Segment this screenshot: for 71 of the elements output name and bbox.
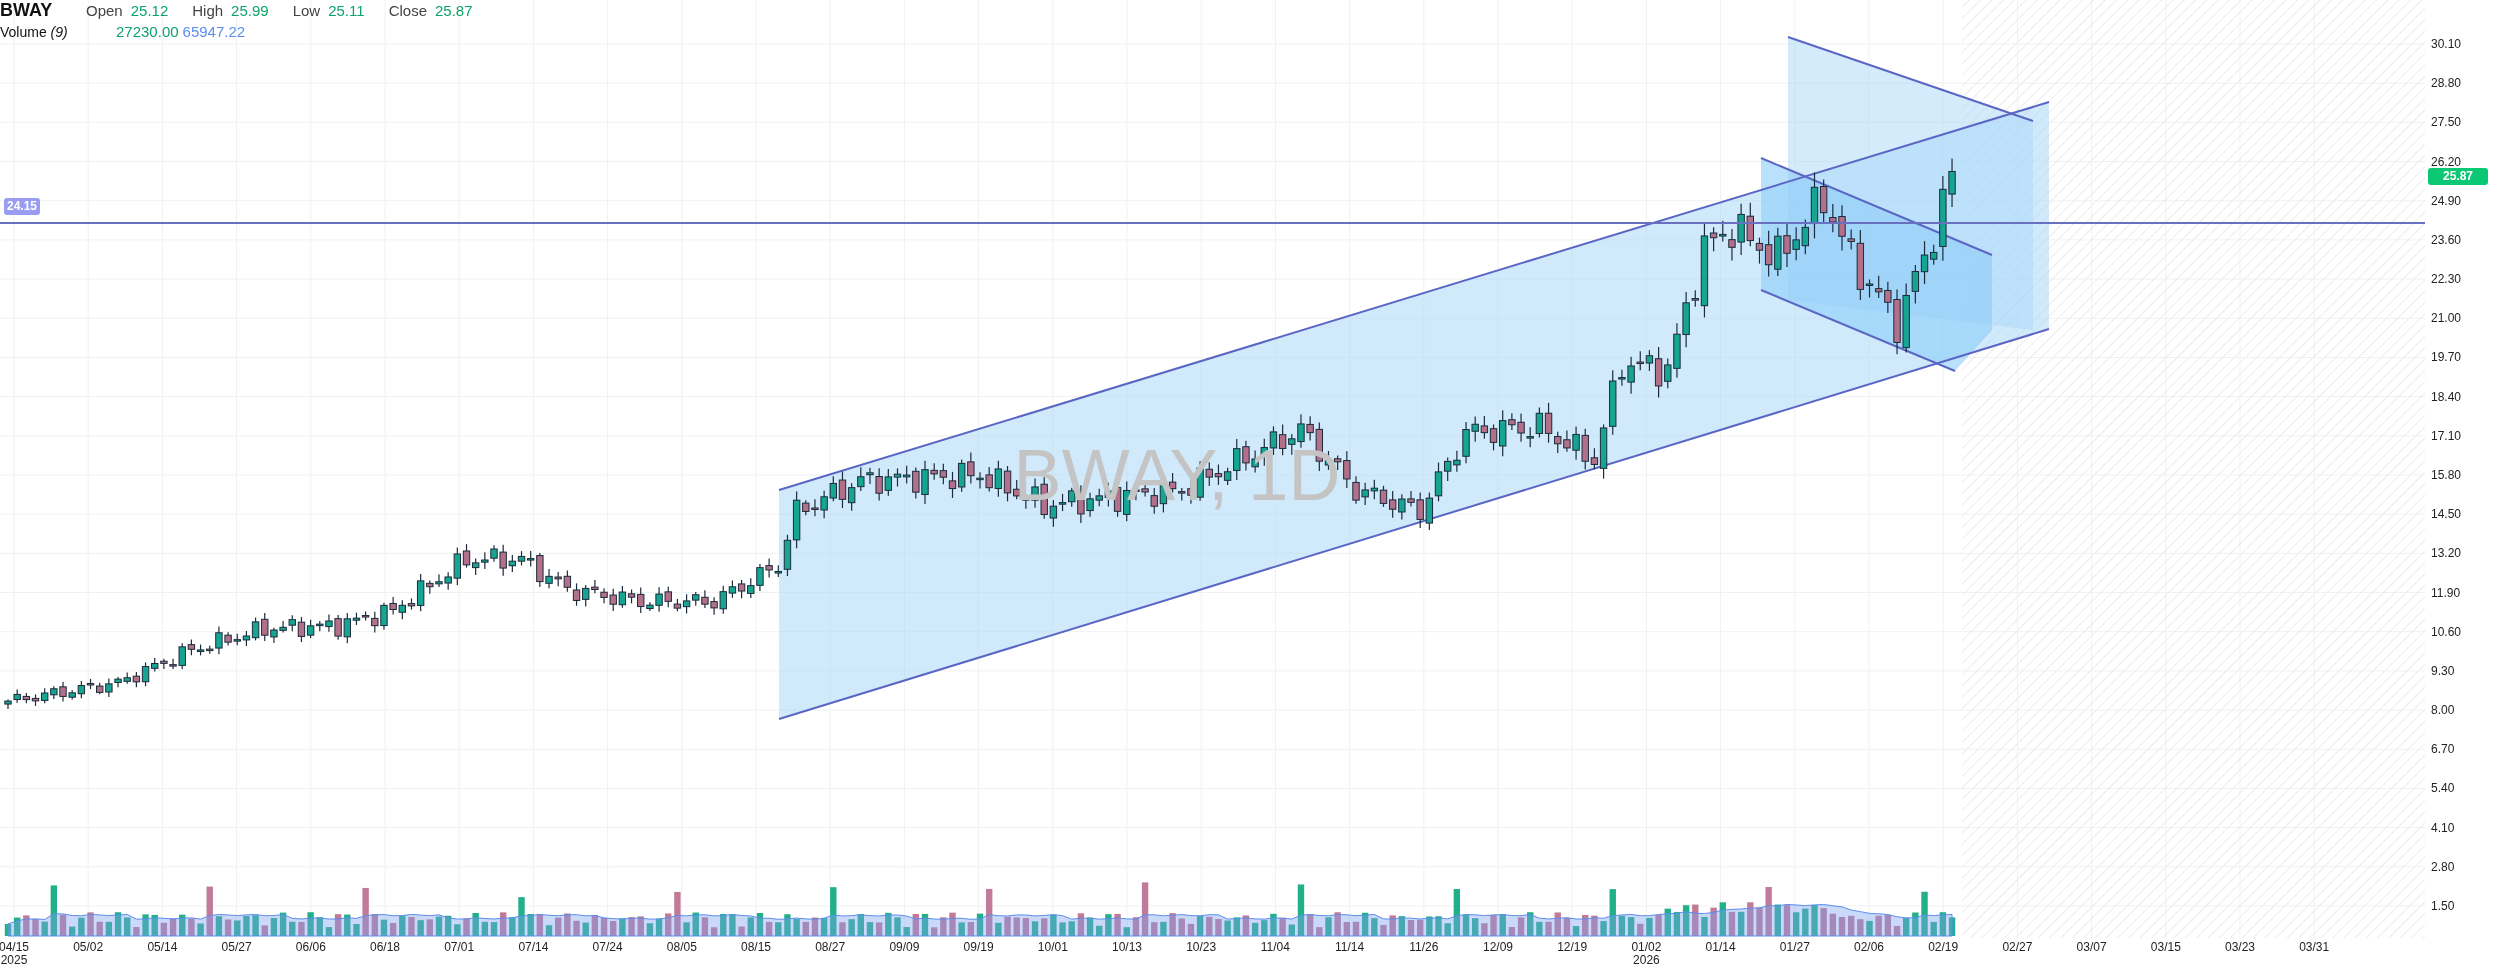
year-axis-label: 2026	[1633, 953, 1660, 967]
price-axis-label: 11.90	[2431, 585, 2461, 600]
price-axis-label: 13.20	[2431, 546, 2462, 561]
price-axis-label: 23.60	[2431, 232, 2462, 247]
date-axis-label: 05/02	[73, 940, 104, 954]
date-axis-label: 11/14	[1335, 940, 1365, 954]
price-axis-label: 22.30	[2431, 272, 2462, 287]
price-axis-label: 10.60	[2431, 624, 2462, 639]
date-axis-label: 10/01	[1037, 940, 1068, 954]
price-axis-label: 17.10	[2431, 428, 2462, 443]
price-axis-label: 1.50	[2431, 898, 2455, 913]
date-axis-label: 12/09	[1483, 940, 1513, 954]
date-axis-label: 01/02	[1631, 940, 1662, 954]
volume-value: 27230.00	[116, 23, 179, 40]
price-axis-label: 6.70	[2431, 742, 2455, 757]
date-axis-label: 02/27	[2002, 940, 2033, 954]
volume-value: 65947.22	[182, 23, 246, 40]
date-axis-label: 08/27	[815, 940, 846, 954]
date-axis-label: 08/15	[741, 940, 771, 954]
year-axis-label: 2025	[0, 953, 28, 967]
ticker-symbol: BWAY	[0, 0, 54, 21]
date-axis-label: 10/23	[1186, 940, 1217, 954]
date-axis-label: 03/15	[2150, 940, 2181, 954]
date-axis-label: 03/07	[2076, 940, 2107, 954]
date-axis-label: 12/19	[1557, 940, 1588, 954]
price-axis-label: 24.90	[2431, 193, 2462, 208]
date-axis-label: 07/14	[518, 940, 549, 954]
price-axis-label: 28.80	[2431, 76, 2462, 91]
date-axis-label: 05/27	[221, 940, 252, 954]
date-axis-label: 09/09	[889, 940, 920, 954]
date-axis-label: 08/05	[666, 940, 697, 954]
date-axis-label: 07/01	[444, 940, 475, 954]
date-axis-label: 03/31	[2299, 940, 2330, 954]
price-axis-label: 14.50	[2431, 507, 2462, 522]
date-axis-label: 03/23	[2225, 940, 2255, 954]
price-axis-label: 2.80	[2431, 859, 2455, 874]
date-axis-label: 01/14	[1705, 940, 1736, 954]
price-axis-label: 18.40	[2431, 389, 2462, 404]
ohlc-value: 25.87	[435, 2, 473, 19]
price-axis-label: 26.20	[2431, 154, 2462, 169]
current-price-tag: 25.87	[2428, 168, 2488, 185]
price-axis-label: 8.00	[2431, 703, 2455, 718]
price-axis-label: 21.00	[2431, 311, 2462, 326]
ohlc-label: Open	[86, 2, 123, 19]
price-line-label: 24.15	[4, 198, 41, 215]
ohlc-label: High	[192, 2, 224, 19]
price-axis-label: 30.10	[2431, 37, 2462, 51]
ohlc-value: 25.12	[130, 2, 169, 19]
date-axis-label: 02/19	[1928, 940, 1959, 954]
date-axis-label: 11/26	[1409, 940, 1439, 954]
price-axis-label: 15.80	[2431, 468, 2462, 482]
date-axis-label: 10/13	[1112, 940, 1142, 954]
ohlc-value: 25.11	[328, 2, 365, 19]
ohlc-label: Low	[292, 2, 321, 19]
ohlc-value: 25.99	[231, 2, 269, 19]
date-axis-label: 01/27	[1779, 940, 1810, 954]
date-axis-label: 06/18	[370, 940, 400, 954]
volume-indicator-label: Volume (9)	[0, 24, 69, 40]
price-axis-label: 9.30	[2431, 663, 2455, 678]
date-axis-label: 11/04	[1260, 940, 1290, 954]
price-axis-label: 27.50	[2431, 115, 2462, 130]
price-axis-label: 19.70	[2431, 350, 2462, 365]
date-axis-label: 09/19	[963, 940, 994, 954]
date-axis-label: 05/14	[147, 940, 178, 954]
date-axis-label: 07/24	[592, 940, 623, 954]
ohlc-label: Close	[388, 2, 427, 19]
date-axis-label: 02/06	[1854, 940, 1884, 954]
date-axis-label: 04/15	[0, 940, 29, 954]
price-axis-label: 4.10	[2431, 820, 2455, 835]
date-axis-label: 06/06	[295, 940, 326, 954]
price-axis-label: 5.40	[2431, 781, 2455, 796]
